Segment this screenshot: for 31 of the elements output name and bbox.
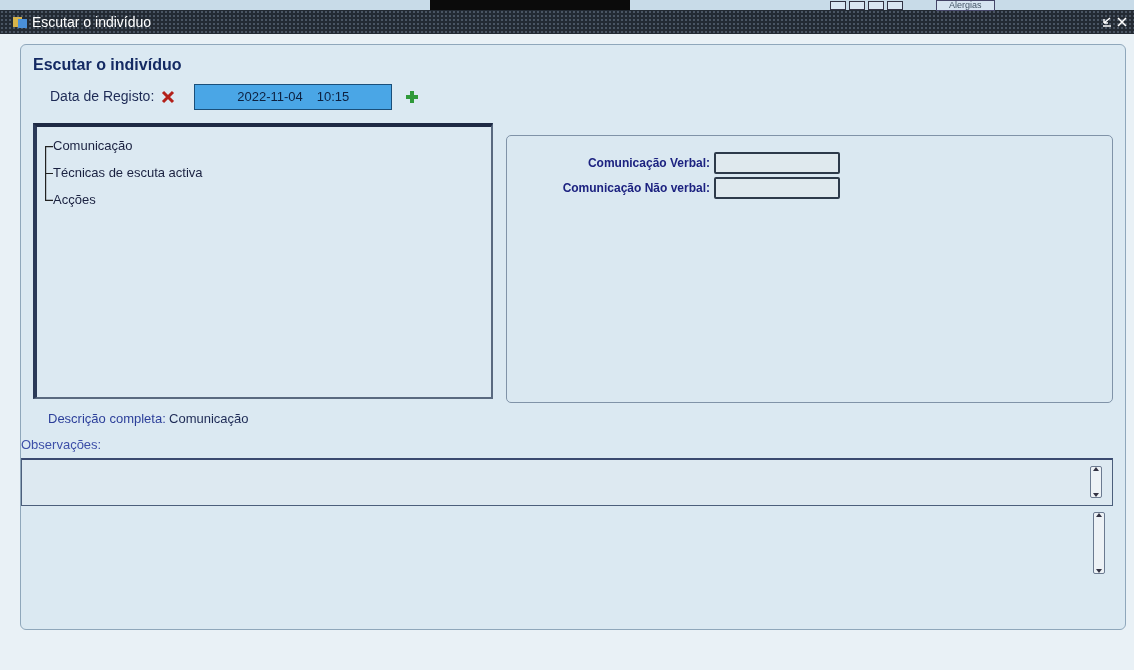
scroll-down-icon[interactable] bbox=[1096, 569, 1102, 574]
tree-item[interactable]: Comunicação bbox=[53, 136, 133, 156]
field-label: Comunicação Não verbal: bbox=[561, 179, 710, 197]
field-label: Comunicação Verbal: bbox=[586, 154, 710, 172]
toolbar-button[interactable] bbox=[849, 0, 865, 10]
plus-icon[interactable] bbox=[405, 89, 420, 104]
scrollbar[interactable] bbox=[1090, 466, 1102, 499]
form-heading: Escutar o indivíduo bbox=[33, 55, 183, 75]
tree-item[interactable]: Acções bbox=[53, 190, 96, 210]
observations-label: Observações: bbox=[21, 436, 103, 454]
scroll-up-icon[interactable] bbox=[1093, 467, 1099, 472]
scroll-up-icon[interactable] bbox=[1096, 513, 1102, 518]
allergies-button[interactable]: Alergias bbox=[936, 0, 995, 11]
minimize-icon[interactable] bbox=[1100, 16, 1113, 28]
scrollbar[interactable] bbox=[1093, 512, 1105, 575]
window-title: Escutar o indivíduo bbox=[32, 12, 152, 32]
close-icon[interactable] bbox=[1116, 16, 1128, 28]
toolbar-button[interactable] bbox=[868, 0, 884, 10]
input-field[interactable] bbox=[714, 176, 840, 199]
app-icon bbox=[12, 15, 28, 29]
tree-item[interactable]: Técnicas de escuta activa bbox=[53, 163, 203, 183]
toolbar-button[interactable] bbox=[887, 0, 903, 10]
scroll-down-icon[interactable] bbox=[1093, 493, 1099, 498]
date-label: Data de Registo: bbox=[50, 87, 155, 106]
description-value: Comunicação bbox=[169, 410, 249, 428]
date-field[interactable]: 2022-11-04 10:15 bbox=[194, 83, 393, 110]
observations-field[interactable] bbox=[21, 457, 1113, 506]
delete-icon[interactable] bbox=[160, 89, 175, 104]
toolbar-button[interactable] bbox=[830, 0, 846, 10]
description-label: Descrição completa: bbox=[48, 410, 166, 428]
input-field[interactable] bbox=[714, 151, 840, 174]
